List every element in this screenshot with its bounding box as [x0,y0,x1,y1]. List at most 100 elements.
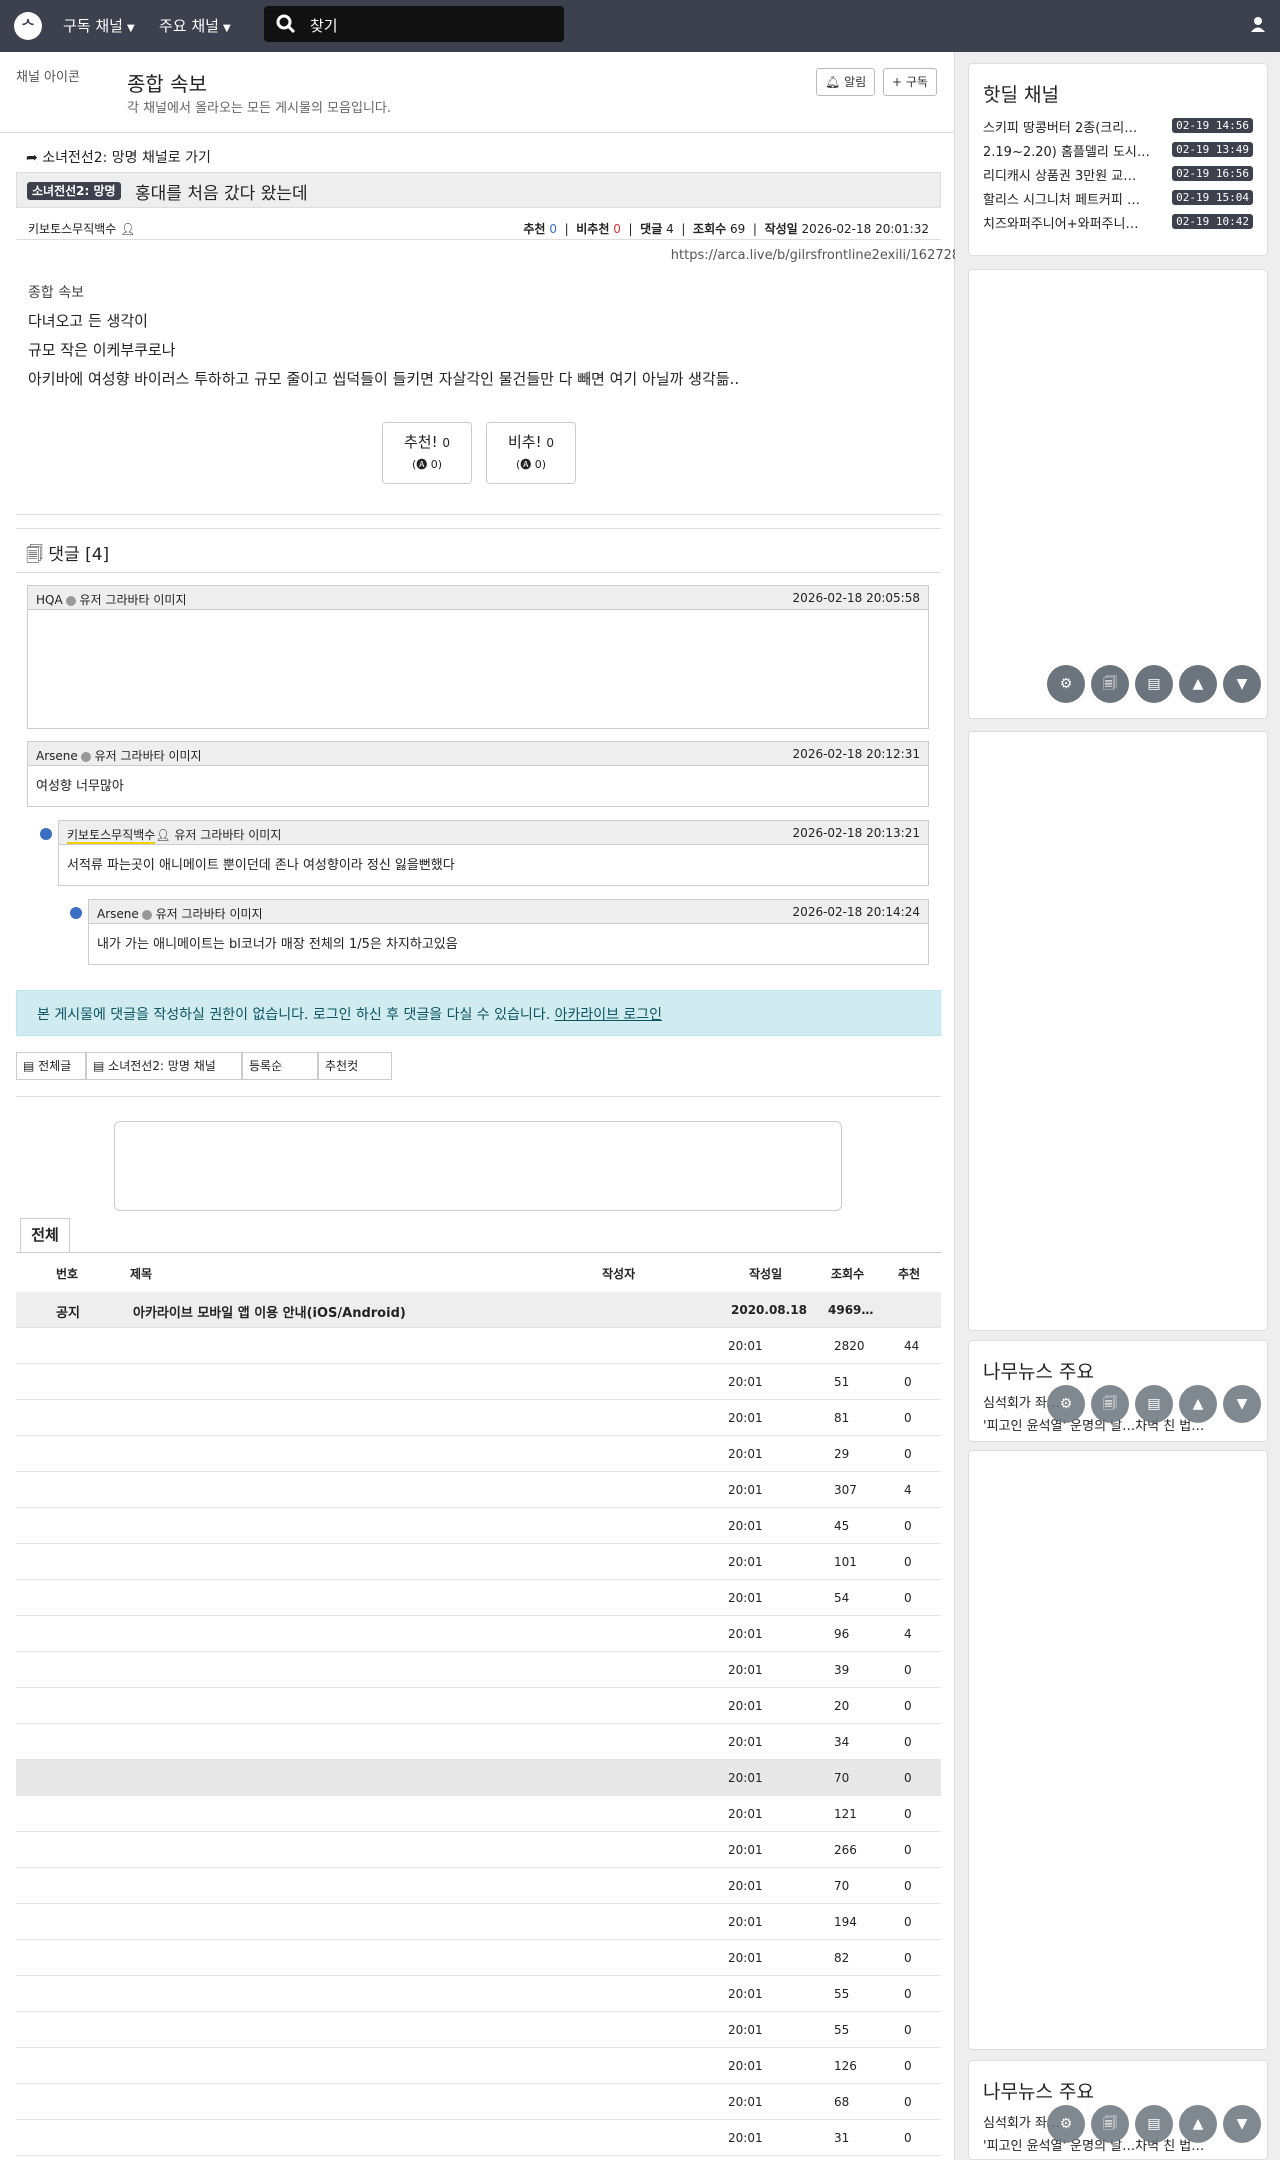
search-input[interactable]: 찾기 [310,15,338,36]
table-row[interactable]: 홀로라이브상품홀챈의귀요미…20:01200 [16,1688,941,1724]
table-row[interactable]: 소녀전선2: 망명홍대를 처음 갔다 왔는데 [4]키보토스무직…20:0170… [16,1760,941,1796]
scroll-up-icon[interactable]: ▲ [1179,665,1217,703]
ad-banner[interactable] [114,1121,842,1211]
hotdeal-item[interactable]: 리디캐시 상품권 3만원 교… 02-19 16:56 [969,161,1267,185]
table-row[interactable]: 블루 아카이브3월 카페 메모리얼 예약 열렸대 [4]햄버거20:011210 [16,1796,941,1832]
ad-slot[interactable] [968,731,1268,1331]
bell-icon: 🔔︎ [825,75,845,89]
comment-user[interactable]: Arsene [97,907,139,921]
post-category-badge[interactable]: 소녀전선2: 망명 [27,182,121,200]
settings-icon[interactable]: ⚙ [1047,1385,1085,1423]
scroll-down-icon[interactable]: ▼ [1223,2105,1261,2143]
row-views: 55 [834,1987,850,2001]
row-views: 20 [834,1699,850,1713]
settings-icon[interactable]: ⚙ [1047,2105,1085,2143]
table-row[interactable]: 명일방주 엔드필드짤내 아내 [16]수나20:01282044 [16,1328,941,1364]
row-rec: 0 [904,2131,912,2145]
table-row[interactable]: 메이플스토리배신의요일임 [2]빙설요정20:01550 [16,1976,941,2012]
table-row[interactable]: 홀로라이브9명이라 룸 5:5가 안되네… [4]아이리스20:01820 [16,1940,941,1976]
row-date: 20:01 [728,1591,763,1605]
subscribe-button[interactable]: + 구독 [883,68,937,96]
comment-user[interactable]: 키보토스무직백수 [67,828,156,844]
list-fab-icon[interactable]: ▤ [1135,1385,1173,1423]
table-row[interactable]: 승리의 여신 니케시작한지 1년된 뉴비 [8]아쿠땅20:011010 [16,1544,941,1580]
table-row[interactable]: 블루 아카이브🌌일섭스포) 그러고 보니 말꾸꾸 [4]l_20:012660 [16,1832,941,1868]
alarm-button[interactable]: 🔔︎ 알림 [816,68,876,96]
user-icon[interactable] [1250,16,1266,32]
row-views: 54 [834,1591,850,1605]
ad-slot[interactable] [968,1450,1268,2050]
scroll-up-icon[interactable]: ▲ [1179,1385,1217,1423]
board-description: 각 채널에서 올라오는 모든 게시물의 모음입니다. [127,101,391,116]
table-row[interactable]: 마법소녀들의 도시자유이게 최선이네… [3]타락마법소녀20:01700 [16,1868,941,1904]
search-box[interactable]: 찾기 [264,6,564,42]
scroll-up-icon[interactable]: ▲ [1179,2105,1217,2143]
filter-all-posts[interactable]: ▤ 전체글 [16,1052,86,1080]
table-row[interactable]: 웹소설 연재마이너 태그로 이정도면 꽤나 성공했다고 할 수 있지만… [4]… [16,1616,941,1652]
filter-channel[interactable]: ▤ 소녀전선2: 망명 채널 [86,1052,242,1080]
login-link[interactable]: 아카라이브 로그인 [555,1007,663,1023]
filter-sort-registered[interactable]: 등록순 [242,1052,318,1080]
scroll-down-icon[interactable]: ▼ [1223,1385,1261,1423]
vote-down-button[interactable]: 비추! 0 (🅐 0) [486,422,576,484]
main-channels-dropdown[interactable]: 주요 채널 ▼ [159,15,231,36]
table-row[interactable]: 주식💬현재 자산시장에 관한 생각(부모님과의 대화) [65]장투에는낭만…2… [16,1472,941,1508]
table-row[interactable]: 주식📰뉴스미 국채 금리, 2026년 들어 최저치로 하락 [2]조선닌자핫토… [16,2012,941,2048]
table-row[interactable]: 홀로라이브짤아오쿠유어린이사랑20:01510 [16,1364,941,1400]
list-fab-icon[interactable]: ▤ [1135,2105,1173,2143]
table-row[interactable]: 던전앤파이터근데 생각해보니까 진짜 이거였네 [9]성경김20:011260 [16,2048,941,2084]
comments-fab-icon[interactable]: 🗐︎ [1091,2105,1129,2143]
comments-fab-icon[interactable]: 🗐︎ [1091,1385,1129,1423]
filter-recommended-cut[interactable]: 추천컷 [318,1052,392,1080]
comment-user[interactable]: Arsene [36,749,78,763]
table-row[interactable]: AI 채팅일반큰 편집기 기능 있었으면난밥은오므라…20:01340 [16,1724,941,1760]
row-date: 20:01 [728,2131,763,2145]
goto-channel-link[interactable]: ➦ 소녀전선2: 망명 채널로 가기 [26,147,211,167]
row-rec: 0 [904,1591,912,1605]
table-row[interactable]: 아스나성공해따 [4]이치노세_아…20:01540 [16,1580,941,1616]
post-author[interactable]: 키보토스무직백수 👤︎ [28,220,135,237]
row-views: 70 [834,1879,850,1893]
row-title[interactable]: 아카라이브 모바일 앱 이용 안내(iOS/Android) [133,1302,603,1321]
hotdeal-title: 핫딜 채널 [983,84,1059,106]
scroll-down-icon[interactable]: ▼ [1223,665,1261,703]
comment-header: Arsene 유저 그라바타 이미지 2026-02-18 20:12:31 [28,742,928,766]
table-row[interactable]: 홀로라이브자코선배들은 후배를 이길 수 있을까스콘부오마에…20:01290 [16,1436,941,1472]
comments-fab-icon[interactable]: 🗐︎ [1091,665,1129,703]
site-logo[interactable]: ᄉ [14,12,42,40]
notice-row[interactable]: 공지 아카라이브 모바일 앱 이용 안내(iOS/Android) *☆☆ 20… [16,1292,941,1328]
vote-up-button[interactable]: 추천! 0 (🅐 0) [382,422,472,484]
post-url[interactable]: https://arca.live/b/gilrsfrontline2exili… [671,248,1000,263]
table-row[interactable]: 던전앤파이터천해천보다 기대되는게 하나있음 [2]화내지않기20:01390 [16,1652,941,1688]
hotdeal-item[interactable]: 2.19~2.20) 홈플델리 도시… 02-19 13:49 [969,137,1267,161]
filter-label: 소녀전선2: 망명 채널 [108,1059,216,1073]
table-row[interactable]: 소녀전선2: 망명페르시카가 제일예쁜듯 [2]하쿠이코요리20:01310 [16,2120,941,2156]
list-fab-icon[interactable]: ▤ [1135,665,1173,703]
hotdeal-item[interactable]: 할리스 시그니처 페트커피 … 02-19 15:04 [969,185,1267,209]
tab-all[interactable]: 전체 [20,1218,70,1252]
row-views: 126 [834,2059,857,2073]
table-row[interactable]: 학식아가씨타입여자애가좋다 [10]텟시20:01680 [16,2084,941,2120]
row-rec: 0 [904,1519,912,1533]
ad-slot[interactable] [968,269,1268,719]
table-row[interactable]: 블루 아카이브짤모에고기육20:01810 [16,1400,941,1436]
search-icon [276,14,296,34]
row-views: 68 [834,2095,850,2109]
hotdeal-item[interactable]: 치즈와퍼주니어+와퍼주니… 02-19 10:42 [969,209,1267,233]
row-rec: 0 [904,1699,912,1713]
main-channels-label: 주요 채널 [159,17,219,35]
hotdeal-item[interactable]: 스키피 땅콩버터 2종(크리… 02-19 14:56 [969,113,1267,137]
table-row[interactable]: 원신'청록 설탕'이랑 '실로닌 명함' [17]끼요오오옷20:011940 [16,1904,941,1940]
caret-down-icon: ▼ [222,23,231,34]
table-row[interactable]: 주식📰뉴스🚀 블루 오리진 CEO, 스페이스X 제치고 달 착륙 … [1]조… [16,1508,941,1544]
date-label: 작성일 [764,222,798,236]
subscribed-channels-dropdown[interactable]: 구독 채널 ▼ [63,15,135,36]
comment-text: 여성향 너무많아 [36,779,124,794]
col-views: 조회수 [831,1267,865,1281]
settings-icon[interactable]: ⚙ [1047,665,1085,703]
row-rec: 0 [904,1663,912,1677]
row-date: 20:01 [728,1843,763,1857]
comment-user[interactable]: HQA [36,593,63,607]
row-date: 20:01 [728,1339,763,1353]
row-rec: 4 [904,1483,912,1497]
